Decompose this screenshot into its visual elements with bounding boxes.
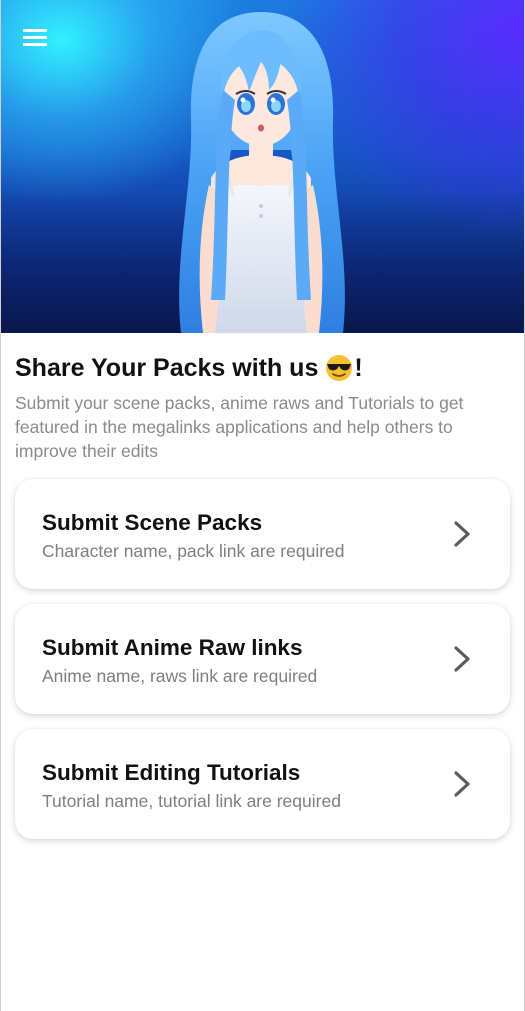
anime-girl-illustration <box>179 12 345 333</box>
menu-icon-bar <box>23 43 47 46</box>
submit-scene-packs-card[interactable]: Submit Scene Packs Character name, pack … <box>15 479 510 589</box>
card-title: Submit Anime Raw links <box>42 635 303 660</box>
submit-anime-raw-links-card[interactable]: Submit Anime Raw links Anime name, raws … <box>15 604 510 714</box>
page-subtitle: Submit your scene packs, anime raws and … <box>15 393 464 461</box>
page-title-suffix: ! <box>354 354 363 382</box>
card-subtitle: Tutorial name, tutorial link are require… <box>42 791 341 811</box>
card-title: Submit Scene Packs <box>42 510 263 535</box>
menu-button[interactable] <box>17 22 53 54</box>
menu-icon-bar <box>23 29 47 32</box>
card-subtitle: Character name, pack link are required <box>42 541 345 561</box>
submission-card-list: Submit Scene Packs Character name, pack … <box>15 479 510 839</box>
sunglasses-emoji-icon <box>326 355 353 381</box>
card-title: Submit Editing Tutorials <box>42 760 301 785</box>
submission-screen: Share Your Packs with us ! Submit your s… <box>0 0 525 1011</box>
chevron-right-icon <box>454 771 470 797</box>
submit-editing-tutorials-card[interactable]: Submit Editing Tutorials Tutorial name, … <box>15 729 510 839</box>
menu-icon-bar <box>23 36 47 39</box>
page-title: Share Your Packs with us ! <box>15 353 510 383</box>
page-title-text: Share Your Packs with us <box>15 354 319 382</box>
card-subtitle: Anime name, raws link are required <box>42 666 318 686</box>
hero-banner <box>1 0 524 333</box>
chevron-right-icon <box>454 646 470 672</box>
main-content: Share Your Packs with us ! Submit your s… <box>1 333 524 839</box>
chevron-right-icon <box>454 521 470 547</box>
